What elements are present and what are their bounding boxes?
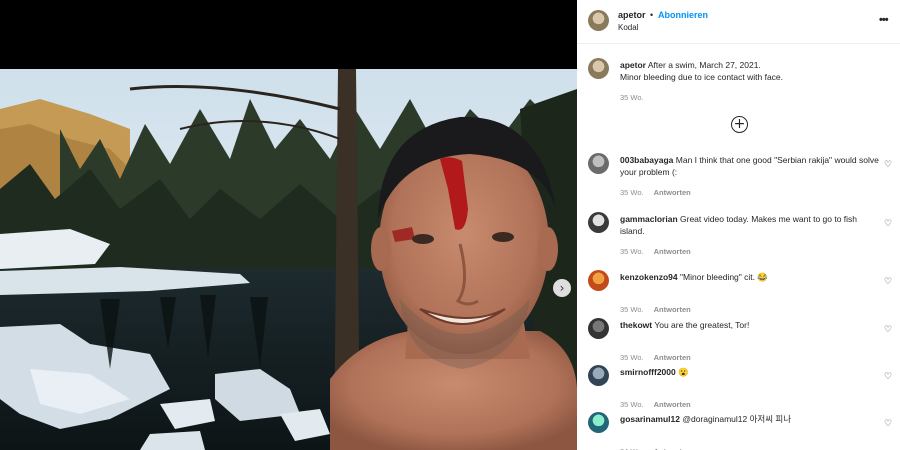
plus-circle-icon[interactable]: + <box>731 116 748 133</box>
comment-row: thekowt You are the greatest, Tor! 35 Wo.… <box>577 318 900 362</box>
comment-body: "Minor bleeding" cit. 😂 <box>680 272 768 282</box>
comment-avatar[interactable] <box>588 153 609 174</box>
comment-meta: 35 Wo. Antworten <box>620 188 691 197</box>
comment-username[interactable]: 003babayaga <box>620 155 673 165</box>
post-header: apetor • Abonnieren Kodal ••• <box>577 0 900 44</box>
comment-row: gosarinamul12 @doraginamul12 아저씨 피나34 Wo… <box>577 412 900 450</box>
comment-username[interactable]: gammaclorian <box>620 214 678 224</box>
heart-icon[interactable]: ♡ <box>884 160 894 170</box>
comment-meta: 35 Wo. Antworten <box>620 305 691 314</box>
comment-meta: 35 Wo. Antworten <box>620 353 691 362</box>
comment-time: 35 Wo. <box>620 247 644 256</box>
comment-time: 35 Wo. <box>620 188 644 197</box>
comment-text: 003babayaga Man I think that one good "S… <box>620 154 882 178</box>
comment-text: gammaclorian Great video today. Makes me… <box>620 213 882 237</box>
author-username[interactable]: apetor <box>618 10 646 20</box>
comment-avatar[interactable] <box>588 412 609 433</box>
heart-icon[interactable]: ♡ <box>884 419 894 429</box>
caption-text: apetor After a swim, March 27, 2021. Min… <box>620 59 880 83</box>
comment-text: gosarinamul12 @doraginamul12 아저씨 피나 <box>620 413 882 425</box>
comment-time: 35 Wo. <box>620 353 644 362</box>
comment-avatar[interactable] <box>588 212 609 233</box>
comment-row: smirnofff2000 😮 35 Wo. Antworten ♡ <box>577 365 900 409</box>
reply-button[interactable]: Antworten <box>654 188 691 197</box>
heart-icon[interactable]: ♡ <box>884 219 894 229</box>
comment-text: thekowt You are the greatest, Tor! <box>620 319 882 331</box>
reply-button[interactable]: Antworten <box>654 353 691 362</box>
post-sidebar: apetor • Abonnieren Kodal ••• apetor Aft… <box>577 0 900 450</box>
reply-button[interactable]: Antworten <box>654 305 691 314</box>
reply-button[interactable]: Antworten <box>654 247 691 256</box>
comment-username[interactable]: gosarinamul12 <box>620 414 680 424</box>
separator-dot: • <box>650 10 654 20</box>
comment-avatar[interactable] <box>588 318 609 339</box>
caption-line-1: After a swim, March 27, 2021. <box>647 60 761 70</box>
author-avatar[interactable] <box>588 10 609 31</box>
comment-body: @doraginamul12 아저씨 피나 <box>682 414 792 424</box>
comment-row: gammaclorian Great video today. Makes me… <box>577 212 900 256</box>
comment-text: kenzokenzo94 "Minor bleeding" cit. 😂 <box>620 271 882 283</box>
comment-time: 35 Wo. <box>620 305 644 314</box>
heart-icon[interactable]: ♡ <box>884 372 894 382</box>
comment-username[interactable]: smirnofff2000 <box>620 367 676 377</box>
comment-body: 😮 <box>678 367 689 377</box>
comment-row: 003babayaga Man I think that one good "S… <box>577 153 900 197</box>
more-options-icon[interactable]: ••• <box>879 14 889 26</box>
comment-meta: 35 Wo. Antworten <box>620 400 691 409</box>
next-slide-button[interactable]: › <box>553 279 571 297</box>
caption-avatar[interactable] <box>588 58 609 79</box>
reply-button[interactable]: Antworten <box>654 400 691 409</box>
post-location[interactable]: Kodal <box>618 23 638 32</box>
comment-avatar[interactable] <box>588 270 609 291</box>
comment-row: kenzokenzo94 "Minor bleeding" cit. 😂 35 W… <box>577 270 900 314</box>
caption-username[interactable]: apetor <box>620 60 646 70</box>
heart-icon[interactable]: ♡ <box>884 277 894 287</box>
comment-time: 35 Wo. <box>620 400 644 409</box>
heart-icon[interactable]: ♡ <box>884 325 894 335</box>
comment-username[interactable]: kenzokenzo94 <box>620 272 678 282</box>
comment-body: You are the greatest, Tor! <box>654 320 750 330</box>
comment-text: smirnofff2000 😮 <box>620 366 882 378</box>
caption-time: 35 Wo. <box>620 93 644 102</box>
follow-button[interactable]: Abonnieren <box>658 10 708 20</box>
comment-meta: 35 Wo. Antworten <box>620 247 691 256</box>
post-media-area: › <box>0 0 577 450</box>
caption-line-2: Minor bleeding due to ice contact with f… <box>620 72 784 82</box>
comment-username[interactable]: thekowt <box>620 320 652 330</box>
post-photo <box>0 69 577 450</box>
comment-avatar[interactable] <box>588 365 609 386</box>
